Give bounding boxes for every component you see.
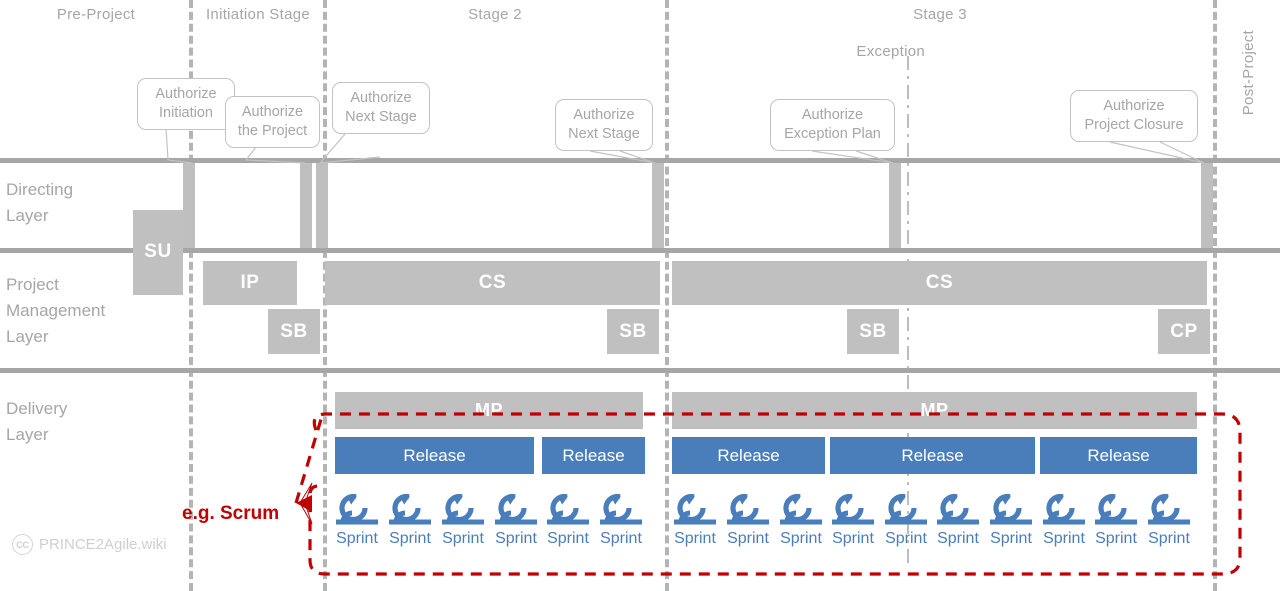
sprint-item[interactable]: Sprint <box>436 492 490 548</box>
sprint-label: Sprint <box>674 530 716 547</box>
stage-label-stage-2: Stage 2 <box>468 6 522 23</box>
sprint-item[interactable]: Sprint <box>541 492 595 548</box>
callout-authorize-next-stage-1[interactable]: Authorize Next Stage <box>332 82 430 134</box>
release-bar-5[interactable]: Release <box>1040 437 1197 474</box>
sprint-item[interactable]: Sprint <box>330 492 384 548</box>
sprint-loop-icon <box>594 492 648 532</box>
sprint-item[interactable]: Sprint <box>383 492 437 548</box>
sprint-item[interactable]: Sprint <box>721 492 775 548</box>
stage-label-initiation: Initiation Stage <box>205 6 311 23</box>
release-bar-4[interactable]: Release <box>830 437 1035 474</box>
license-footer: CC PRINCE2Agile.wiki <box>12 534 167 555</box>
gate-bar-authorize-project <box>300 163 312 248</box>
sprint-item[interactable]: Sprint <box>1089 492 1143 548</box>
sprint-label: Sprint <box>780 530 822 547</box>
sprint-loop-icon <box>826 492 880 532</box>
sprint-loop-icon <box>541 492 595 532</box>
stage-label-pre-project: Pre-Project <box>56 6 136 23</box>
sprint-loop-icon <box>1142 492 1196 532</box>
callout-authorize-next-stage-2[interactable]: Authorize Next Stage <box>555 99 653 151</box>
sprint-loop-icon <box>436 492 490 532</box>
callout-authorize-initiation[interactable]: Authorize Initiation <box>137 78 235 130</box>
sprint-item[interactable]: Sprint <box>984 492 1038 548</box>
process-box-sb-1[interactable]: SB <box>268 309 320 354</box>
callout-authorize-exception-plan[interactable]: Authorize Exception Plan <box>770 99 895 151</box>
sprint-item[interactable]: Sprint <box>668 492 722 548</box>
diagram-canvas: Pre-Project Initiation Stage Stage 2 Sta… <box>0 0 1280 591</box>
sprint-loop-icon <box>1089 492 1143 532</box>
sprint-loop-icon <box>668 492 722 532</box>
sprint-label: Sprint <box>495 530 537 547</box>
sprint-label: Sprint <box>389 530 431 547</box>
sprint-item[interactable]: Sprint <box>1142 492 1196 548</box>
callout-authorize-the-project[interactable]: Authorize the Project <box>225 96 320 148</box>
sprint-label: Sprint <box>832 530 874 547</box>
scrum-annotation: e.g. Scrum <box>182 503 280 524</box>
creative-commons-icon: CC <box>12 534 33 555</box>
gate-bar-project-closure <box>1201 163 1213 248</box>
stage-separator-post-project <box>1213 0 1217 591</box>
process-box-mp-stage2[interactable]: MP <box>335 392 643 429</box>
process-box-cs-stage3[interactable]: CS <box>672 261 1207 305</box>
sprint-loop-icon <box>383 492 437 532</box>
sprint-loop-icon <box>984 492 1038 532</box>
sprint-loop-icon <box>721 492 775 532</box>
sprint-item[interactable]: Sprint <box>826 492 880 548</box>
layer-label-delivery: Delivery Layer <box>6 399 68 444</box>
process-box-su[interactable]: SU <box>133 210 183 295</box>
process-box-mp-stage3[interactable]: MP <box>672 392 1197 429</box>
sprint-loop-icon <box>879 492 933 532</box>
sprint-loop-icon <box>774 492 828 532</box>
layer-label-management: Project Management Layer <box>6 275 106 346</box>
sprint-item[interactable]: Sprint <box>774 492 828 548</box>
layer-label-directing: Directing Layer <box>6 180 74 225</box>
gate-bar-next-stage-2 <box>652 163 664 248</box>
sprint-loop-icon <box>330 492 384 532</box>
callout-authorize-project-closure[interactable]: Authorize Project Closure <box>1070 90 1198 142</box>
exception-label: Exception <box>856 43 925 60</box>
lane-rule-directing-management <box>0 248 1280 253</box>
sprint-item[interactable]: Sprint <box>879 492 933 548</box>
gate-bar-next-stage-1 <box>316 163 328 248</box>
sprint-item[interactable]: Sprint <box>931 492 985 548</box>
lane-rule-management-delivery <box>0 368 1280 373</box>
sprint-label: Sprint <box>547 530 589 547</box>
process-box-cp[interactable]: CP <box>1158 309 1210 354</box>
exception-line <box>907 56 909 566</box>
sprint-label: Sprint <box>1095 530 1137 547</box>
stage-label-post-project: Post-Project <box>1240 30 1257 116</box>
sprint-label: Sprint <box>600 530 642 547</box>
sprint-label: Sprint <box>727 530 769 547</box>
stage-label-stage-3: Stage 3 <box>913 6 967 23</box>
process-box-sb-3[interactable]: SB <box>847 309 899 354</box>
sprint-label: Sprint <box>442 530 484 547</box>
gate-bar-initiation <box>183 163 195 248</box>
process-box-sb-2[interactable]: SB <box>607 309 659 354</box>
sprint-item[interactable]: Sprint <box>594 492 648 548</box>
process-box-ip[interactable]: IP <box>203 261 297 305</box>
sprint-label: Sprint <box>885 530 927 547</box>
gate-bar-exception-plan <box>889 163 901 248</box>
sprint-label: Sprint <box>336 530 378 547</box>
license-text: PRINCE2Agile.wiki <box>39 536 167 553</box>
sprint-loop-icon <box>931 492 985 532</box>
release-bar-3[interactable]: Release <box>672 437 825 474</box>
release-bar-1[interactable]: Release <box>335 437 534 474</box>
sprint-label: Sprint <box>1043 530 1085 547</box>
sprint-label: Sprint <box>990 530 1032 547</box>
sprint-label: Sprint <box>937 530 979 547</box>
release-bar-2[interactable]: Release <box>542 437 645 474</box>
sprint-loop-icon <box>489 492 543 532</box>
sprint-loop-icon <box>1037 492 1091 532</box>
sprint-label: Sprint <box>1148 530 1190 547</box>
sprint-item[interactable]: Sprint <box>489 492 543 548</box>
process-box-cs-stage2[interactable]: CS <box>325 261 660 305</box>
sprint-item[interactable]: Sprint <box>1037 492 1091 548</box>
